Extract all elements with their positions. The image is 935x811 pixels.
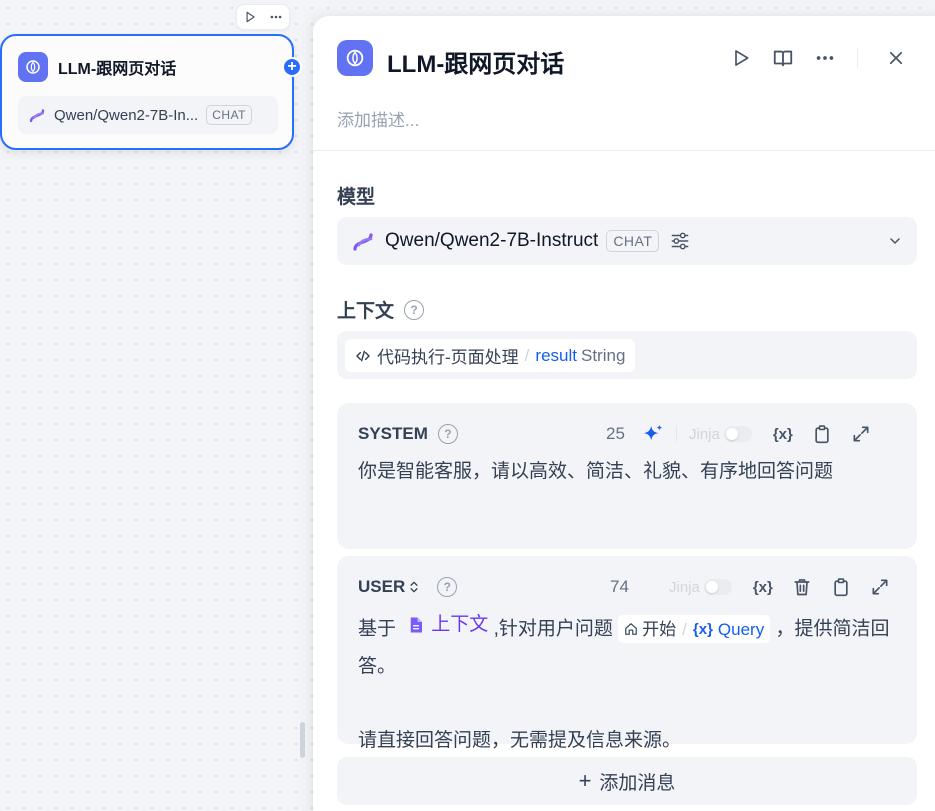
insert-variable-button[interactable]: {x}	[772, 423, 794, 445]
jinja-toggle[interactable]: Jinja	[669, 579, 732, 596]
system-prompt-card: SYSTEM ? 25 Jinja {x} 你是智能客服，请以高效、简洁、礼貌、…	[337, 403, 917, 549]
model-section-label: 模型	[337, 182, 375, 209]
add-message-button[interactable]: + 添加消息	[337, 757, 917, 805]
user-role-selector[interactable]: USER ?	[358, 577, 458, 597]
document-icon	[407, 615, 425, 635]
llm-node-icon	[18, 52, 48, 82]
chat-badge: CHAT	[606, 230, 660, 252]
expand-icon[interactable]	[869, 576, 891, 598]
more-icon[interactable]	[268, 10, 284, 24]
context-variable-selector[interactable]: 代码执行-页面处理 / result String	[337, 331, 917, 379]
model-selector[interactable]: Qwen/Qwen2-7B-Instruct CHAT	[337, 217, 917, 265]
panel-resize-handle[interactable]	[300, 722, 305, 758]
system-prompt-tools: Jinja {x}	[642, 423, 872, 445]
run-icon[interactable]	[729, 46, 753, 70]
model-name: Qwen/Qwen2-7B-Instruct	[385, 230, 599, 251]
docs-book-icon[interactable]	[771, 46, 795, 70]
llm-node-card[interactable]: LLM-跟网页对话 Qwen/Qwen2-7B-In... CHAT	[0, 34, 294, 150]
user-prompt-tools: Jinja {x}	[669, 576, 891, 598]
more-options-icon[interactable]	[813, 46, 837, 70]
model-provider-icon	[28, 106, 46, 124]
system-prompt-header: SYSTEM ? 25 Jinja {x}	[358, 421, 897, 447]
path-separator: /	[682, 619, 687, 639]
var-name: Query	[717, 619, 765, 639]
jinja-label: Jinja	[669, 578, 700, 596]
add-message-label: 添加消息	[599, 772, 676, 794]
path-separator: /	[524, 345, 530, 365]
add-next-node-button[interactable]: +	[282, 57, 302, 77]
run-node-icon[interactable]	[243, 10, 257, 24]
model-params-icon[interactable]	[669, 230, 691, 252]
ai-generate-sparkle-icon[interactable]	[642, 423, 664, 445]
help-icon[interactable]: ?	[437, 577, 458, 597]
close-icon[interactable]	[884, 46, 908, 70]
node-toolbar	[236, 4, 290, 30]
prompt-text-segment: 基于	[358, 618, 397, 640]
code-icon	[355, 348, 371, 364]
jinja-switch[interactable]	[703, 579, 732, 595]
jinja-toggle[interactable]: Jinja	[689, 426, 752, 443]
tool-divider	[676, 426, 677, 442]
system-role-text: SYSTEM	[358, 424, 428, 443]
context-section-label: 上下文 ?	[337, 296, 425, 323]
help-icon[interactable]: ?	[404, 299, 425, 320]
prompt-text-segment: ,针对用户问题	[493, 618, 613, 640]
sort-chevrons-icon	[407, 579, 421, 595]
system-role-label: SYSTEM ?	[358, 424, 458, 444]
home-icon	[624, 622, 638, 636]
context-var-type: String	[580, 345, 626, 365]
user-prompt-header: USER ? 74 Jinja {x}	[358, 574, 897, 600]
user-role-text: USER	[358, 577, 406, 596]
expand-icon[interactable]	[850, 423, 872, 445]
insert-variable-button[interactable]: {x}	[752, 576, 774, 598]
model-label-text: 模型	[337, 187, 376, 208]
divider	[313, 150, 935, 151]
context-variable-pill[interactable]: 代码执行-页面处理 / result String	[345, 339, 636, 372]
token-count: 25	[606, 424, 625, 443]
token-count: 74	[610, 577, 629, 596]
context-reference-tag[interactable]: 上下文	[401, 606, 488, 643]
help-icon[interactable]: ?	[437, 424, 458, 444]
context-tag-label: 上下文	[431, 614, 489, 635]
jinja-label: Jinja	[689, 425, 720, 443]
user-prompt-text[interactable]: 基于 上下文 ,针对用户问题 开始 / {x} Query ，提供简洁回答。 请…	[358, 606, 895, 759]
node-model-name: Qwen/Qwen2-7B-In...	[54, 106, 199, 124]
node-header: LLM-跟网页对话	[18, 52, 176, 82]
clipboard-icon[interactable]	[811, 423, 833, 445]
trash-icon[interactable]	[791, 576, 813, 598]
node-model-chip: Qwen/Qwen2-7B-In... CHAT	[18, 96, 278, 134]
panel-header-actions	[729, 46, 926, 70]
context-label-text: 上下文	[337, 301, 395, 322]
variable-icon: {x}	[692, 620, 713, 638]
panel-title[interactable]: LLM-跟网页对话	[387, 44, 564, 79]
node-config-panel: LLM-跟网页对话 添加描述... 模型 Qwen/Qwen2-7B-Instr…	[313, 16, 935, 811]
system-prompt-text[interactable]: 你是智能客服，请以高效、简洁、礼貌、有序地回答问题	[358, 453, 895, 490]
clipboard-icon[interactable]	[830, 576, 852, 598]
description-input[interactable]: 添加描述...	[337, 106, 419, 131]
header-divider	[857, 48, 858, 68]
node-title: LLM-跟网页对话	[58, 61, 177, 78]
jinja-switch[interactable]	[723, 426, 752, 442]
user-prompt-card: USER ? 74 Jinja {x} 基于 上下文 ,针对用户问题 开始 / …	[337, 556, 917, 751]
chevron-down-icon[interactable]	[887, 233, 903, 254]
context-var-name: result	[535, 345, 577, 365]
query-variable-tag[interactable]: 开始 / {x} Query	[618, 615, 771, 644]
chat-badge: CHAT	[206, 105, 253, 125]
prompt-text-line: 请直接回答问题，无需提及信息来源。	[358, 729, 682, 751]
var-node-name: 开始	[642, 619, 677, 639]
llm-panel-icon	[337, 40, 373, 76]
model-provider-icon	[351, 229, 375, 253]
plus-icon: +	[578, 768, 592, 793]
context-node-name: 代码执行-页面处理	[377, 348, 519, 367]
